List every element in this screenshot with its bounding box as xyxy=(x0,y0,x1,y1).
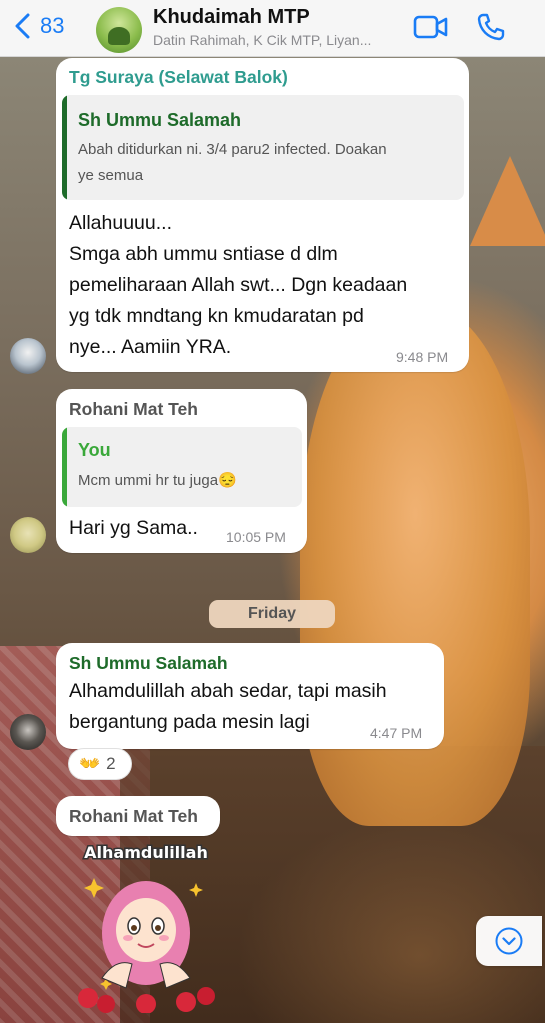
date-separator: Friday xyxy=(209,600,335,628)
chat-participants[interactable]: Datin Rahimah, K Cik MTP, Liyan... xyxy=(153,32,371,48)
message-time: 4:47 PM xyxy=(370,725,423,741)
chevron-down-circle-icon xyxy=(495,927,523,955)
message-list[interactable]: Tg Suraya (Selawat Balok) Sh Ummu Salama… xyxy=(0,56,545,1023)
svg-text:Alhamdulillah: Alhamdulillah xyxy=(84,843,208,862)
sender-avatar-sh-ummu[interactable] xyxy=(10,714,46,750)
back-button[interactable]: 83 xyxy=(14,13,64,39)
quote-text: ye semua xyxy=(78,167,144,184)
message-text-line: Smga abh ummu sntiase d dlm xyxy=(69,243,338,265)
message-text-line: Hari yg Sama.. xyxy=(69,517,198,539)
message-text-line: pemeliharaan Allah swt... Dgn keadaan xyxy=(69,274,408,296)
message-bubble[interactable]: Tg Suraya (Selawat Balok) Sh Ummu Salama… xyxy=(56,58,469,372)
quote-text: Mcm ummi hr tu juga😔 xyxy=(78,472,237,489)
quote-bar xyxy=(62,95,67,200)
message-sender[interactable]: Rohani Mat Teh xyxy=(69,399,198,420)
reaction-chip[interactable]: 👐 2 xyxy=(68,748,132,780)
message-text-line: Allahuuuu... xyxy=(69,212,172,234)
message-bubble[interactable]: Sh Ummu Salamah Alhamdulillah abah sedar… xyxy=(56,643,444,749)
message-sender[interactable]: Rohani Mat Teh xyxy=(69,806,198,827)
message-bubble[interactable]: Rohani Mat Teh You Mcm ummi hr tu juga😔 … xyxy=(56,389,307,553)
message-time: 9:48 PM xyxy=(396,349,449,365)
message-text-line: yg tdk mndtang kn kmudaratan pd xyxy=(69,305,364,327)
chat-title[interactable]: Khudaimah MTP xyxy=(153,6,310,29)
quote-text: Abah ditidurkan ni. 3/4 paru2 infected. … xyxy=(78,141,387,158)
chevron-left-icon xyxy=(15,13,30,39)
group-avatar[interactable] xyxy=(96,7,142,53)
quote-author: You xyxy=(78,440,111,460)
unread-count: 83 xyxy=(40,13,65,38)
message-time: 10:05 PM xyxy=(226,529,286,545)
message-bubble[interactable]: Rohani Mat Teh xyxy=(56,796,220,836)
message-sender[interactable]: Tg Suraya (Selawat Balok) xyxy=(69,67,288,88)
message-text-line: bergantung pada mesin lagi xyxy=(69,711,310,733)
sender-avatar-tg-suraya[interactable] xyxy=(10,338,46,374)
video-camera-icon[interactable] xyxy=(413,12,449,42)
sticker-alhamdulillah[interactable]: Alhamdulillah xyxy=(66,838,226,1013)
quote-bar xyxy=(62,427,67,507)
reaction-emoji: 👐 xyxy=(79,754,101,773)
message-sender[interactable]: Sh Ummu Salamah xyxy=(69,653,228,674)
quote-author: Sh Ummu Salamah xyxy=(78,110,242,130)
phone-icon[interactable] xyxy=(476,12,506,42)
chat-header: 83 Khudaimah MTP Datin Rahimah, K Cik MT… xyxy=(0,0,545,57)
reaction-count: 2 xyxy=(106,754,116,773)
message-text-line: Alhamdulillah abah sedar, tapi masih xyxy=(69,680,387,702)
sender-avatar-rohani[interactable] xyxy=(10,517,46,553)
message-text-line: nye... Aamiin YRA. xyxy=(69,336,232,358)
quoted-message[interactable]: You Mcm ummi hr tu juga😔 xyxy=(62,427,302,507)
quoted-message[interactable]: Sh Ummu Salamah Abah ditidurkan ni. 3/4 … xyxy=(62,95,464,200)
scroll-to-bottom-button[interactable] xyxy=(476,916,542,966)
